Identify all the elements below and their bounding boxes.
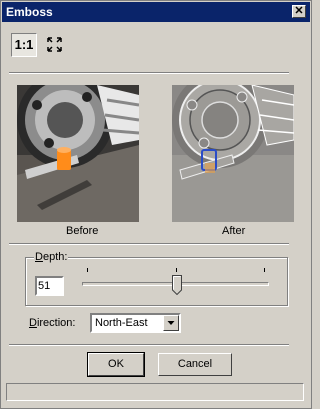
title-bar: Emboss ✕ (2, 2, 310, 22)
slider-tick (87, 268, 88, 272)
direction-label: Direction: (29, 317, 76, 329)
depth-slider-thumb[interactable] (172, 275, 183, 295)
chevron-down-icon (167, 321, 175, 325)
ok-button[interactable]: OK (87, 352, 145, 377)
separator (9, 344, 289, 346)
dropdown-button[interactable] (163, 315, 179, 331)
separator (9, 243, 289, 245)
direction-select[interactable]: North-East (90, 313, 181, 333)
depth-input[interactable]: 51 (35, 276, 64, 296)
after-label: After (222, 225, 246, 237)
depth-label: Depth: (34, 251, 69, 263)
slider-tick (264, 268, 265, 272)
actual-size-button[interactable]: 1:1 (11, 33, 37, 57)
window-title: Emboss (6, 5, 53, 19)
before-label: Before (66, 225, 99, 237)
fit-to-window-button[interactable] (42, 33, 68, 57)
status-bar (6, 383, 304, 401)
fit-to-window-icon (47, 37, 62, 52)
cancel-button[interactable]: Cancel (158, 353, 232, 376)
after-preview-image (172, 85, 294, 222)
before-preview-image (17, 85, 139, 222)
slider-tick (176, 268, 177, 272)
actual-size-label: 1:1 (14, 37, 34, 52)
close-icon: ✕ (294, 5, 304, 17)
close-button[interactable]: ✕ (292, 5, 306, 18)
direction-value: North-East (95, 317, 148, 329)
depth-value: 51 (38, 280, 51, 292)
separator (9, 72, 289, 74)
